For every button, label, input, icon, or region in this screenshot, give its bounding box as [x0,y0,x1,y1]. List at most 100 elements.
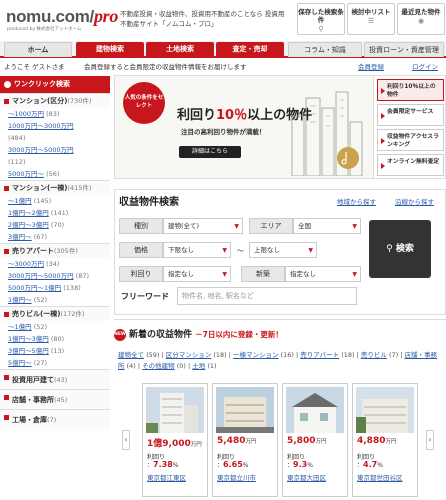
area-select[interactable]: 全国 ▼ [293,218,361,234]
sidebar-section-apartment[interactable]: 売りアパート(305件) [0,243,110,258]
yield-value: 7.38 [153,460,173,469]
keyword-label: フリーワード [121,292,169,301]
tab-loan[interactable]: 投資ローン・資産管理 [364,42,444,57]
sidebar-item: 3000万円～5000万円 [0,144,110,156]
property-card[interactable]: 5,800万円 利回り ：9.3% 東京都大田区 [282,383,348,497]
item-count: (67) [33,233,48,241]
section-count: (415件) [67,184,92,192]
sidebar-link[interactable]: 3億円～ [8,233,32,241]
sidebar-link[interactable]: ～1億円 [8,197,32,205]
category-link[interactable]: 土地 [192,362,205,370]
property-card[interactable]: 5,480万円 利回り ：6.65% 東京都立川市 [212,383,278,497]
carousel-next-button[interactable]: › [426,430,434,450]
sidebar-link[interactable]: 2億円～3億円 [8,221,49,229]
consider-list-button[interactable]: 検討中リスト ☰ [347,3,395,35]
price-max-value: 上限なし [254,246,280,254]
sidebar-item: ～1億円 (52) [0,321,110,333]
sidebar-link[interactable]: ～1000万円 [8,110,44,118]
recently-viewed-button[interactable]: 最近見た物件 ◉ [397,3,445,35]
item-count: (87) [75,272,90,280]
age-select[interactable]: 指定なし ▼ [285,266,361,282]
tab-home[interactable]: ホーム [4,42,72,57]
sidebar-link[interactable]: ～3000万円 [8,260,44,268]
sidebar-link[interactable]: 5000万円～ [8,170,44,178]
feature-banner[interactable]: 人気の条件をセレクト 利回り10％以上の物件 注目の高利回り物件が満載！ 詳細は… [114,75,446,179]
type-select[interactable]: 建物(全て) ▼ [163,218,243,234]
saved-search-button[interactable]: 保存した検索条件 ⚲ [297,3,345,35]
banner-menu-high-yield[interactable]: 利回り10％以上の物件 [377,79,444,101]
section-title: 売りアパート [12,247,54,255]
login-link[interactable]: ログイン [412,60,438,74]
carousel-prev-button[interactable]: ‹ [122,430,130,450]
card-location[interactable]: 東京都立川市 [217,472,256,482]
price-value: 5,480 [217,436,246,446]
sidebar-section-shop[interactable]: 店舗・事務所(45) [0,389,110,409]
banner-menu-ranking[interactable]: 収益物件アクセスランキング [377,129,444,151]
sidebar-link[interactable]: 3億円～5億円 [8,347,49,355]
yield-value: 4.7 [363,460,378,469]
area-search-link[interactable]: 地域から探す [337,196,376,206]
sidebar-section-building[interactable]: 売りビル(一棟)(172件) [0,306,110,321]
price-min-value: 下限なし [168,246,194,254]
search-button[interactable]: ⚲ 検索 [369,220,431,278]
item-count: (141) [50,209,69,217]
item-count: (56) [46,170,60,178]
sidebar-link[interactable]: 5億円～ [8,359,32,367]
sidebar-item: 5億円～ (27) [0,357,110,369]
banner-menu-appraisal[interactable]: オンライン無料査定 [377,154,444,176]
item-count: (52) [33,323,48,331]
banner-detail-button[interactable]: 詳細はこちら [179,146,241,158]
sidebar-section-mansion-building[interactable]: マンション(一棟)(415件) [0,180,110,195]
sidebar-link[interactable]: 1億円～2億円 [8,209,49,217]
category-link[interactable]: 建物全て [118,351,144,359]
tab-building-search[interactable]: 建物検索 [76,42,144,57]
card-price: 5,800万円 [287,436,326,446]
register-link[interactable]: 会員登録 [358,60,384,74]
sidebar-item: 3000万円～5000万円 (87) [0,270,110,282]
type-value: 建物(全て) [168,222,200,230]
line-search-link[interactable]: 沿線から探す [395,196,434,206]
sidebar-link[interactable]: 1000万円～3000万円 [8,122,74,130]
banner-menu-member-service[interactable]: 会員限定サービス [377,104,444,126]
sidebar-link[interactable]: 3000万円～5000万円 [8,272,74,280]
tab-land-search[interactable]: 土地検索 [146,42,214,57]
sidebar-section-mansion-unit[interactable]: マンション(区分)(730件) [0,93,110,108]
section-count: (43) [54,376,68,384]
price-value: 1億9,000 [147,439,191,449]
section-title: 工場・倉庫 [12,416,47,424]
category-link[interactable]: 区分マンション [166,351,212,359]
yield-value: 6.65 [223,460,243,469]
new-listings-subtitle: －7日以内に登録・更新！ [195,330,283,339]
card-location[interactable]: 東京都江東区 [147,472,186,482]
price-min-select[interactable]: 下限なし ▼ [163,242,231,258]
keyword-input[interactable]: 物件名, 地名, 駅名など [177,287,357,305]
sidebar-section-house[interactable]: 投資用戸建て(43) [0,369,110,389]
price-max-select[interactable]: 上限なし ▼ [249,242,317,258]
item-count: (52) [33,296,48,304]
sidebar-link[interactable]: 1億円～ [8,296,32,304]
price-unit: 万円 [385,439,397,445]
item-count: (484) [8,134,26,142]
site-logo[interactable]: nomu.com/pro [6,6,118,27]
category-link[interactable]: 売りアパート [300,351,339,359]
category-link[interactable]: 一棟マンション [233,351,279,359]
property-card[interactable]: 1億9,000万円 利回り ：7.38% 東京都江東区 [142,383,208,497]
card-location[interactable]: 東京都大田区 [287,472,326,482]
section-title: 売りビル(一棟) [12,310,61,318]
property-card[interactable]: 4,880万円 利回り ：4.7% 東京都世田谷区 [352,383,418,497]
category-link[interactable]: 売りビル [361,351,387,359]
sidebar-section-factory[interactable]: 工場・倉庫(7) [0,409,110,429]
member-note: 会員登録すると会員限定の収益物件情報をお届けします [84,63,247,71]
sidebar-link[interactable]: ～1億円 [8,323,32,331]
logo-main: nomu.com/ [6,7,94,26]
card-price: 1億9,000万円 [147,436,202,449]
sidebar-item: ～1000万円 (83) [0,108,110,120]
sidebar-link[interactable]: 5000万円～1億円 [8,284,61,292]
yield-select[interactable]: 指定なし ▼ [163,266,231,282]
sidebar-link[interactable]: 3000万円～5000万円 [8,146,74,154]
sidebar-link[interactable]: 1億円～3億円 [8,335,49,343]
tab-column[interactable]: コラム・知識 [288,42,362,57]
category-link[interactable]: その他建物 [142,362,175,370]
card-location[interactable]: 東京都世田谷区 [357,472,403,482]
tab-appraisal[interactable]: 査定・売却 [216,42,284,57]
